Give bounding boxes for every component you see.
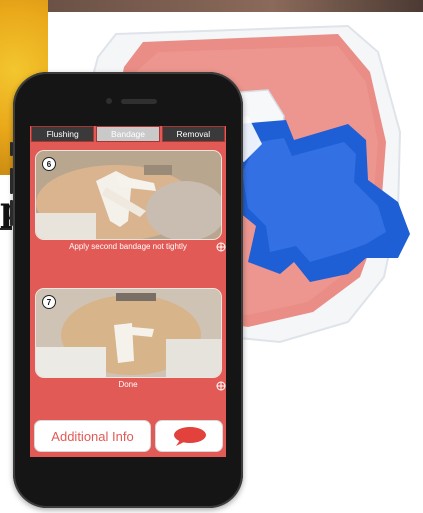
step-caption: Done xyxy=(118,380,138,389)
phone-device: Flushing Bandage Removal 6 Apply second … xyxy=(10,72,243,508)
background-photo-dark xyxy=(48,0,423,12)
phone-mute-switch xyxy=(10,142,13,156)
step-image-card[interactable]: 6 xyxy=(35,150,222,240)
step-photo xyxy=(36,151,221,239)
tab-flushing[interactable]: Flushing xyxy=(31,126,95,142)
phone-volume-up xyxy=(10,168,13,194)
tap-icon[interactable] xyxy=(216,242,226,252)
tab-bar: Flushing Bandage Removal xyxy=(30,126,226,142)
additional-info-button[interactable]: Additional Info xyxy=(34,420,151,452)
chat-button[interactable] xyxy=(155,420,223,452)
step-image-card[interactable]: 7 xyxy=(35,288,222,378)
background-rule xyxy=(0,228,12,230)
speech-bubble-icon xyxy=(174,427,206,446)
phone-speaker xyxy=(121,99,157,104)
app-screen: Flushing Bandage Removal 6 Apply second … xyxy=(30,126,226,457)
tap-icon[interactable] xyxy=(216,381,226,391)
tab-removal[interactable]: Removal xyxy=(161,126,225,142)
tab-bandage[interactable]: Bandage xyxy=(96,126,160,142)
step-photo xyxy=(36,289,221,377)
phone-volume-down xyxy=(10,200,13,226)
phone-camera xyxy=(106,98,112,104)
step-number-badge: 7 xyxy=(42,295,56,309)
step-caption: Apply second bandage not tightly xyxy=(69,242,187,251)
step-number-badge: 6 xyxy=(42,157,56,171)
